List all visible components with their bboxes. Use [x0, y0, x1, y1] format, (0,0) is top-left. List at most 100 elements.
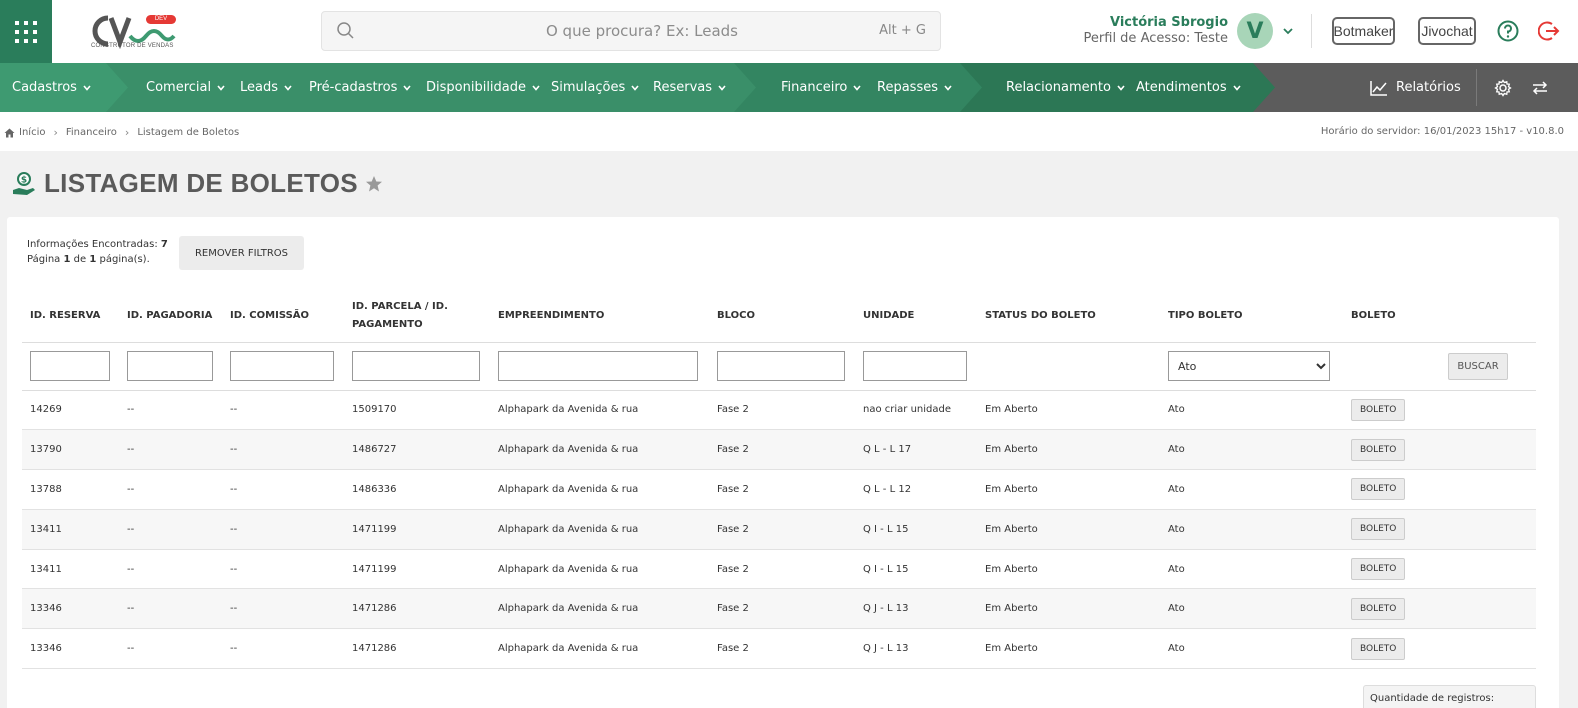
user-name: Victória Sbrogio [1109, 15, 1228, 30]
jivochat-button[interactable]: Jivochat [1418, 17, 1476, 45]
filter-id-comissao-input[interactable] [230, 351, 334, 381]
cell-empty [1440, 628, 1536, 670]
help-icon[interactable] [1497, 20, 1519, 42]
boleto-button[interactable]: BOLETO [1351, 478, 1406, 501]
nav-simulacoes[interactable]: Simulações [551, 63, 640, 112]
filter-status-empty [977, 342, 1160, 391]
star-icon[interactable] [365, 175, 383, 193]
remove-filters-button[interactable]: REMOVER FILTROS [179, 236, 304, 270]
col-header-empreendimento[interactable]: EMPREENDIMENTO [490, 290, 709, 343]
cell-id-pagadoria: -- [119, 588, 222, 630]
cell-id-parcela: 1486336 [344, 469, 490, 510]
home-icon [4, 128, 15, 137]
col-header-id-reserva[interactable]: ID. RESERVA [22, 290, 119, 343]
nav-atendimentos[interactable]: Atendimentos [1136, 63, 1242, 112]
filter-tipo-boleto-select[interactable]: Ato [1168, 351, 1330, 381]
cell-id-pagadoria: -- [119, 390, 222, 431]
botmaker-button[interactable]: Botmaker [1332, 17, 1395, 45]
cell-empreendimento: Alphapark da Avenida & rua [490, 588, 709, 630]
nav-label: Repasses [877, 80, 938, 95]
cell-unidade: nao criar unidade [855, 390, 977, 431]
chevron-down-icon [1232, 84, 1241, 91]
col-header-bloco[interactable]: BLOCO [709, 290, 855, 343]
nav-label: Comercial [146, 80, 212, 95]
col-header-id-pagadoria[interactable]: ID. PAGADORIA [119, 290, 222, 343]
records-per-page[interactable]: Quantidade de registros: [1363, 685, 1536, 708]
apps-menu-button[interactable] [0, 0, 52, 63]
cell-id-reserva: 13411 [22, 509, 119, 550]
cell-empty [1440, 429, 1536, 471]
nav-label: Pré-cadastros [309, 80, 398, 95]
nav-label: Atendimentos [1136, 80, 1227, 95]
cell-id-parcela: 1509170 [344, 390, 490, 431]
breadcrumb-financeiro[interactable]: Financeiro [66, 127, 117, 138]
nav-relatorios[interactable]: Relatórios [1370, 63, 1461, 112]
nav-leads[interactable]: Leads [240, 63, 293, 112]
records-per-page-label: Quantidade de registros: [1370, 693, 1495, 704]
col-header-status[interactable]: STATUS DO BOLETO [977, 290, 1160, 343]
cell-empreendimento: Alphapark da Avenida & rua [490, 549, 709, 590]
server-time: Horário do servidor: 16/01/2023 15h17 - … [1320, 126, 1564, 137]
table-row: 13788 -- -- 1486336 Alphapark da Avenida… [22, 469, 1536, 510]
chevron-down-icon[interactable] [1281, 24, 1295, 38]
table-row: 13346 -- -- 1471286 Alphapark da Avenida… [22, 628, 1536, 670]
cell-id-reserva: 14269 [22, 390, 119, 431]
col-header-id-parcela[interactable]: ID. PARCELA / ID. PAGAMENTO [344, 290, 490, 343]
gear-icon [1494, 78, 1512, 97]
filter-bloco-input[interactable] [717, 351, 845, 381]
cell-bloco: Fase 2 [709, 390, 855, 431]
cell-tipo-boleto: Ato [1160, 390, 1343, 431]
col-header-id-comissao[interactable]: ID. COMISSÃO [222, 290, 344, 343]
results-count: Informações Encontradas: 7 [27, 237, 168, 252]
nav-pre-cadastros[interactable]: Pré-cadastros [309, 63, 412, 112]
cell-tipo-boleto: Ato [1160, 469, 1343, 510]
nav-disponibilidade[interactable]: Disponibilidade [426, 63, 541, 112]
breadcrumb-current: Listagem de Boletos [137, 127, 240, 138]
filter-id-pagadoria-input[interactable] [127, 351, 213, 381]
nav-label: Disponibilidade [426, 80, 527, 95]
cell-tipo-boleto: Ato [1160, 509, 1343, 550]
switch-button[interactable] [1531, 63, 1549, 112]
search-button[interactable]: BUSCAR [1448, 352, 1508, 380]
boleto-button[interactable]: BOLETO [1351, 637, 1406, 660]
col-header-unidade[interactable]: UNIDADE [855, 290, 977, 343]
cell-id-reserva: 13346 [22, 588, 119, 630]
boleto-button[interactable]: BOLETO [1351, 438, 1406, 461]
nav-financeiro[interactable]: Financeiro [781, 63, 862, 112]
col-header-tipo-boleto[interactable]: TIPO BOLETO [1160, 290, 1343, 343]
chevron-down-icon [217, 84, 225, 91]
cell-id-parcela: 1471199 [344, 509, 490, 550]
boleto-button[interactable]: BOLETO [1351, 518, 1406, 541]
settings-button[interactable] [1494, 63, 1512, 112]
search-input[interactable] [422, 20, 862, 42]
table-row: 13790 -- -- 1486727 Alphapark da Avenida… [22, 429, 1536, 471]
dev-badge: DEV [146, 15, 176, 24]
logout-icon[interactable] [1538, 20, 1560, 42]
chevron-down-icon [944, 84, 952, 91]
filter-id-reserva-input[interactable] [30, 351, 110, 381]
chevron-down-icon [718, 84, 726, 91]
nav-comercial[interactable]: Comercial [146, 63, 226, 112]
cell-unidade: Q L - L 17 [855, 429, 977, 471]
breadcrumb-home[interactable]: Início [19, 127, 45, 138]
cell-status: Em Aberto [977, 628, 1160, 670]
filter-unidade-input[interactable] [863, 351, 967, 381]
page-title: LISTAGEM DE BOLETOS [44, 168, 358, 198]
filter-id-parcela-input[interactable] [352, 351, 480, 381]
boleto-button[interactable]: BOLETO [1351, 398, 1406, 421]
nav-repasses[interactable]: Repasses [877, 63, 953, 112]
boleto-button[interactable]: BOLETO [1351, 558, 1406, 581]
filter-empreendimento-input[interactable] [498, 351, 698, 381]
cell-bloco: Fase 2 [709, 628, 855, 670]
avatar[interactable]: V [1237, 13, 1273, 49]
nav-cadastros[interactable]: Cadastros [12, 63, 92, 112]
cell-status: Em Aberto [977, 588, 1160, 630]
boleto-button[interactable]: BOLETO [1351, 597, 1406, 620]
nav-reservas[interactable]: Reservas [653, 63, 727, 112]
top-header: DEV CONSTRUTOR DE VENDAS Alt + G Victóri… [0, 0, 1578, 63]
page-suffix: página(s). [99, 254, 150, 265]
nav-relacionamento[interactable]: Relacionamento [1006, 63, 1126, 112]
global-search[interactable]: Alt + G [321, 11, 941, 51]
breadcrumb-bar: Início › Financeiro › Listagem de Boleto… [0, 112, 1578, 151]
breadcrumb: Início › Financeiro › Listagem de Boleto… [4, 126, 239, 139]
